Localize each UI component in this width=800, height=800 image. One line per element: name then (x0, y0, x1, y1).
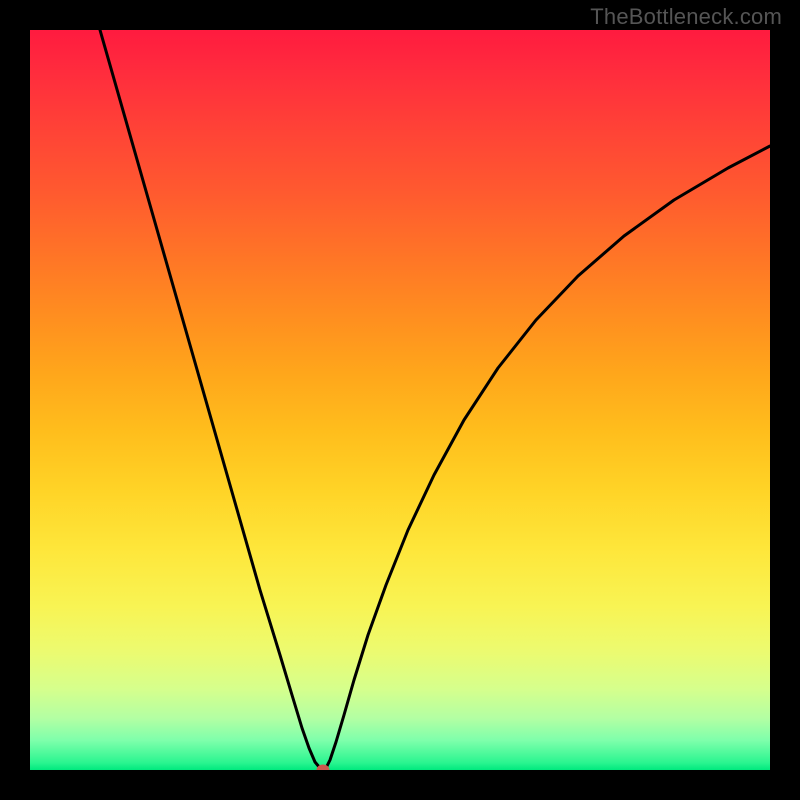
bottleneck-curve (100, 30, 770, 770)
chart-frame: TheBottleneck.com (0, 0, 800, 800)
curve-svg (30, 30, 770, 770)
minimum-marker (317, 765, 330, 771)
watermark-text: TheBottleneck.com (590, 4, 782, 30)
plot-area (30, 30, 770, 770)
